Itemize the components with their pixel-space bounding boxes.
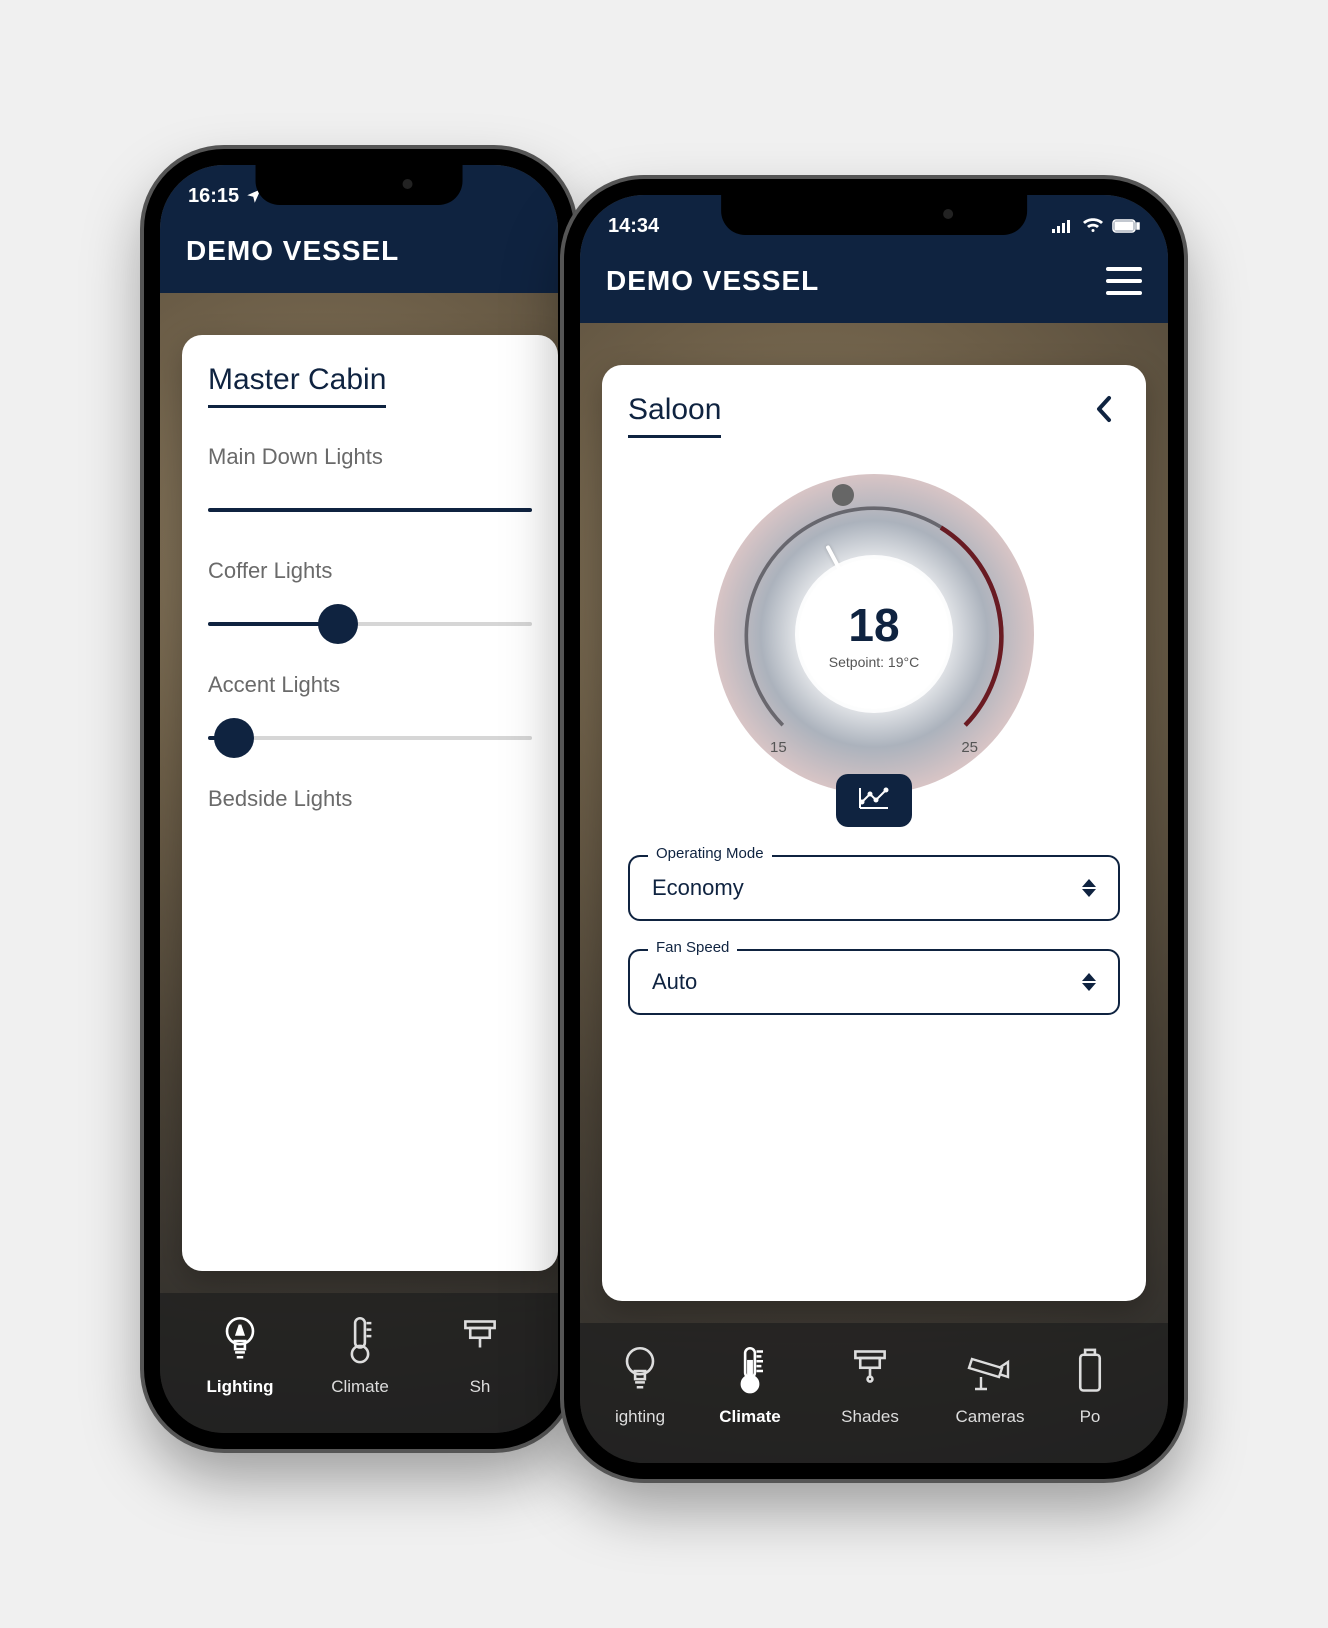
slider-label: Accent Lights	[208, 672, 532, 698]
tab-label: ighting	[615, 1407, 665, 1427]
slider-bedside-lights: Bedside Lights	[208, 786, 532, 812]
tab-label: Climate	[331, 1377, 389, 1397]
chart-button[interactable]	[836, 774, 912, 827]
status-time: 16:15	[188, 185, 239, 208]
slider-label: Main Down Lights	[208, 444, 532, 470]
app-title: DEMO VESSEL	[186, 235, 399, 267]
slider-track[interactable]	[208, 736, 532, 740]
updown-icon	[1082, 879, 1096, 897]
tab-climate[interactable]: Climate	[300, 1293, 420, 1433]
tab-climate[interactable]: Climate	[690, 1323, 810, 1463]
select-operating-mode: Operating Mode Economy	[628, 855, 1120, 921]
phone-device-left: 16:15 DEMO VESSEL Master Cabin Main Down…	[144, 149, 574, 1449]
updown-icon	[1082, 973, 1096, 991]
setpoint-label: Setpoint: 19°C	[829, 654, 919, 670]
slider-main-down-lights: Main Down Lights	[208, 444, 532, 512]
dial-thumb[interactable]	[832, 484, 854, 506]
cellular-icon	[1052, 219, 1074, 233]
app-header: DEMO VESSEL	[580, 243, 1168, 323]
app-title: DEMO VESSEL	[606, 265, 819, 297]
camera-icon	[966, 1345, 1014, 1397]
range-min: 15	[770, 739, 787, 756]
app-header: DEMO VESSEL	[160, 213, 558, 293]
current-temperature: 18	[848, 598, 899, 652]
tab-label: Sh	[470, 1377, 491, 1397]
select-label: Operating Mode	[648, 845, 772, 862]
card-title: Master Cabin	[208, 363, 386, 408]
slider-coffer-lights: Coffer Lights	[208, 558, 532, 626]
slider-thumb[interactable]	[318, 604, 358, 644]
thermometer-icon	[726, 1345, 774, 1397]
shade-icon	[846, 1345, 894, 1397]
select-value: Auto	[652, 969, 697, 995]
card-title: Saloon	[628, 393, 721, 438]
tab-label: Lighting	[206, 1377, 273, 1397]
card-climate: Saloon	[602, 365, 1146, 1301]
card-lighting: Master Cabin Main Down Lights Coffer Lig…	[182, 335, 558, 1271]
tab-lighting[interactable]: ighting	[590, 1323, 690, 1463]
back-button[interactable]	[1088, 393, 1120, 425]
menu-button[interactable]	[1106, 267, 1142, 295]
dial-center: 18 Setpoint: 19°C	[799, 559, 949, 709]
select-dropdown[interactable]: Economy	[628, 855, 1120, 921]
bulb-icon	[216, 1315, 264, 1367]
slider-accent-lights: Accent Lights	[208, 672, 532, 740]
slider-label: Bedside Lights	[208, 786, 532, 812]
tab-bar: Lighting Climate Sh	[160, 1293, 558, 1433]
temperature-dial[interactable]: 18 Setpoint: 19°C 15 25	[704, 464, 1044, 804]
device-notch	[721, 195, 1027, 235]
select-label: Fan Speed	[648, 939, 737, 956]
thermometer-icon	[336, 1315, 384, 1367]
tab-shades[interactable]: Sh	[420, 1293, 540, 1433]
select-fan-speed: Fan Speed Auto	[628, 949, 1120, 1015]
slider-track[interactable]	[208, 508, 532, 512]
select-value: Economy	[652, 875, 744, 901]
shade-icon	[456, 1315, 504, 1367]
tab-power[interactable]: Po	[1050, 1323, 1130, 1463]
slider-thumb[interactable]	[214, 718, 254, 758]
tab-label: Shades	[841, 1407, 899, 1427]
bulb-icon	[616, 1345, 664, 1397]
chevron-left-icon	[1094, 395, 1114, 423]
tab-label: Climate	[719, 1407, 780, 1427]
range-max: 25	[961, 739, 978, 756]
battery-icon	[1066, 1345, 1114, 1397]
slider-track[interactable]	[208, 622, 532, 626]
tab-cameras[interactable]: Cameras	[930, 1323, 1050, 1463]
status-time: 14:34	[608, 215, 659, 238]
tab-label: Cameras	[956, 1407, 1025, 1427]
tab-bar: ighting Climate Shades Cameras Po	[580, 1323, 1168, 1463]
phone-device-right: 14:34 DEMO VESSEL Saloon	[564, 179, 1184, 1479]
battery-icon	[1112, 219, 1140, 233]
select-dropdown[interactable]: Auto	[628, 949, 1120, 1015]
tab-shades[interactable]: Shades	[810, 1323, 930, 1463]
slider-label: Coffer Lights	[208, 558, 532, 584]
line-chart-icon	[858, 786, 890, 810]
wifi-icon	[1082, 218, 1104, 234]
dial-range-labels: 15 25	[704, 739, 1044, 756]
device-notch	[256, 165, 463, 205]
tab-lighting[interactable]: Lighting	[180, 1293, 300, 1433]
tab-label: Po	[1080, 1407, 1101, 1427]
